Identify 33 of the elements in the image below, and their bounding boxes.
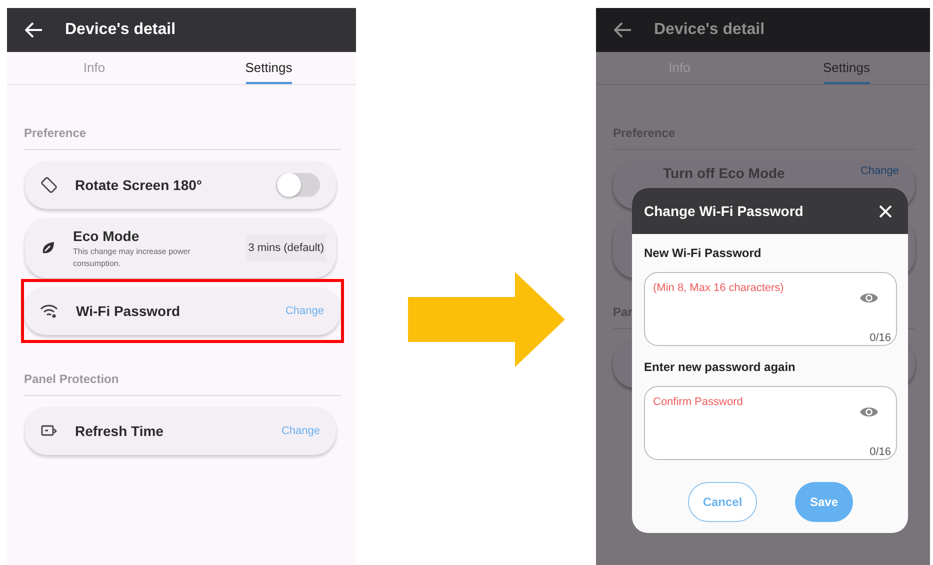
setting-label: Turn off Eco Mode xyxy=(663,165,786,181)
settings-card[interactable]: Eco Mode This change may increase power consumption. 3 mins (default) xyxy=(25,218,336,278)
close-icon[interactable] xyxy=(879,204,892,218)
change-link[interactable]: Change xyxy=(285,305,324,317)
tab[interactable]: Info xyxy=(7,52,182,84)
value-chip[interactable]: 3 mins (default) xyxy=(246,234,326,262)
eye-icon[interactable] xyxy=(859,291,879,305)
setting-label: Eco Mode xyxy=(73,228,140,244)
change-link[interactable]: Change xyxy=(860,165,899,177)
change-link[interactable]: Change xyxy=(281,425,320,437)
field-label: Enter new password again xyxy=(644,360,796,374)
section-title: Panel Protection xyxy=(24,372,120,386)
arrow-right-icon xyxy=(408,272,565,367)
screen-title: Device's detail xyxy=(65,21,176,39)
setting-description: This change may increase power consumption. xyxy=(73,246,192,270)
screen-title: Device's detail xyxy=(654,21,765,39)
back-arrow-icon[interactable] xyxy=(614,22,632,38)
settings-card[interactable]: Rotate Screen 180° xyxy=(25,161,336,209)
wifi-icon xyxy=(40,304,58,318)
settings-card[interactable]: Wi-Fi Password Change xyxy=(24,287,340,335)
setting-label: Rotate Screen 180° xyxy=(75,177,203,193)
save-button[interactable]: Save xyxy=(795,482,853,522)
setting-label: Wi-Fi Password xyxy=(76,303,182,319)
character-counter: 0/16 xyxy=(870,446,891,458)
section-title: Preference xyxy=(24,126,88,140)
setting-label: Refresh Time xyxy=(75,423,164,439)
toggle-switch[interactable] xyxy=(276,173,320,197)
character-counter: 0/16 xyxy=(870,332,891,344)
leaf-icon xyxy=(41,241,55,255)
field-label: New Wi-Fi Password xyxy=(644,246,762,260)
cancel-button[interactable]: Cancel xyxy=(688,482,757,522)
settings-card[interactable]: Refresh Time Change xyxy=(25,407,336,455)
eye-icon[interactable] xyxy=(859,405,879,419)
